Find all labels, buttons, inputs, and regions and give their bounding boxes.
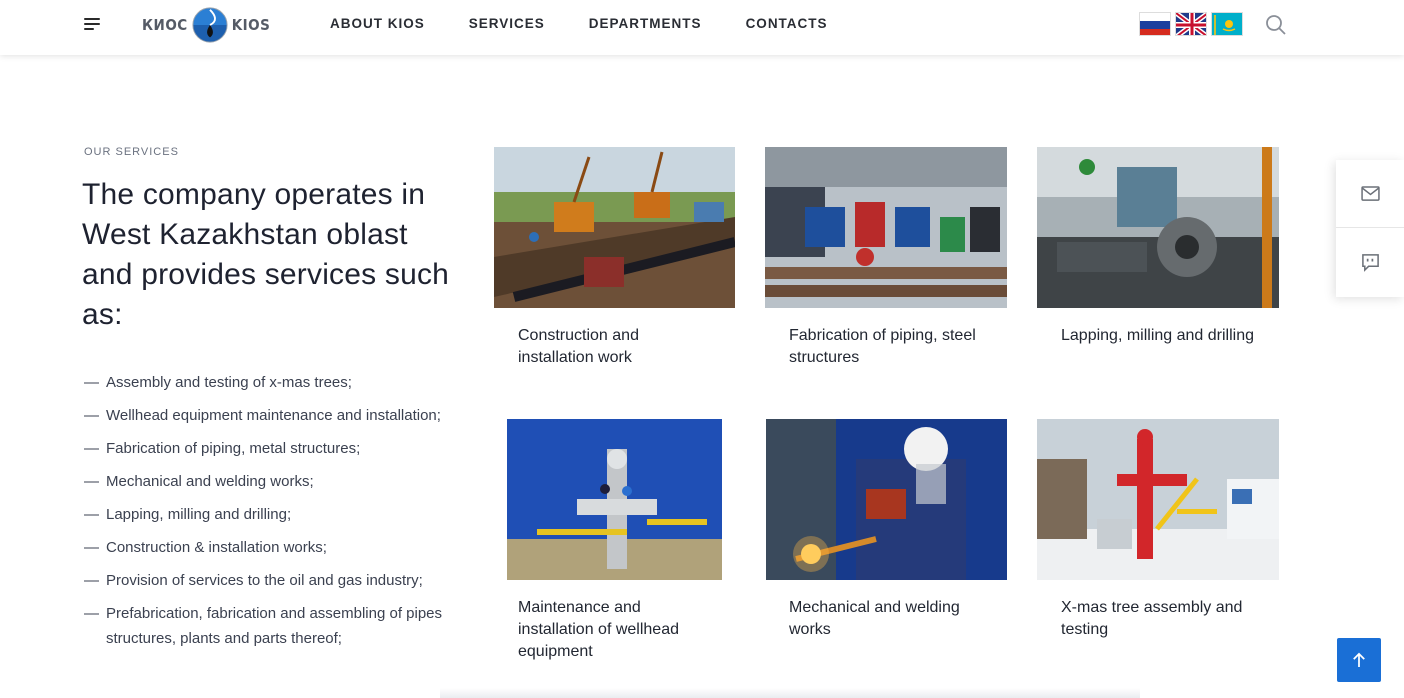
main-nav: ABOUT KIOS SERVICES DEPARTMENTS CONTACTS	[330, 16, 872, 31]
menu-icon[interactable]	[84, 17, 102, 31]
arrow-up-icon	[1353, 652, 1365, 667]
card-title: Mechanical and welding works	[789, 599, 960, 638]
chat-button[interactable]	[1336, 228, 1404, 296]
nav-about[interactable]: ABOUT KIOS	[330, 16, 425, 31]
service-card-welding[interactable]: Mechanical and welding works	[765, 419, 1007, 649]
chat-quote-icon	[1361, 253, 1379, 272]
card-title: X-mas tree assembly and testing	[1061, 599, 1243, 638]
list-item: — Assembly and testing of x-mas trees;	[84, 374, 352, 391]
nav-services[interactable]: SERVICES	[469, 16, 545, 31]
bottom-shadow	[440, 688, 1140, 698]
card-title: Lapping, milling and drilling	[1061, 327, 1255, 344]
uk-flag-icon[interactable]	[1175, 12, 1207, 36]
card-image-piping	[765, 147, 1007, 308]
card-image-xmas-tree	[1037, 419, 1279, 580]
email-button[interactable]	[1336, 160, 1404, 228]
card-image-welding	[766, 419, 1007, 580]
floating-contact-panel	[1336, 160, 1404, 297]
list-item: — Wellhead equipment maintenance and inst…	[84, 407, 441, 424]
list-item: — Lapping, milling and drilling;	[84, 506, 292, 523]
service-card-wellhead[interactable]: Maintenance and installation of wellhead…	[494, 419, 735, 669]
list-item: — Mechanical and welding works;	[84, 473, 314, 490]
scroll-to-top-button[interactable]	[1337, 638, 1381, 682]
list-item: — Prefabrication, fabrication and assembl…	[84, 605, 443, 647]
service-card-milling[interactable]: Lapping, milling and drilling	[1037, 147, 1279, 377]
service-card-construction[interactable]: Construction and installation work	[494, 147, 735, 377]
list-item: — Construction & installation works;	[84, 539, 327, 556]
language-switcher	[1139, 12, 1247, 36]
kz-flag-icon[interactable]	[1211, 12, 1243, 36]
list-item: — Provision of services to the oil and ga…	[84, 572, 423, 589]
logo-text-latin: KIOS	[231, 16, 271, 34]
nav-departments[interactable]: DEPARTMENTS	[589, 16, 702, 31]
search-icon[interactable]	[1265, 14, 1287, 36]
list-item: — Fabrication of piping, metal structures…	[84, 440, 361, 457]
site-header: КИОС KIOS ABOUT KIOS SERVICES DEPARTMENT…	[0, 0, 1404, 55]
mail-icon	[1360, 186, 1380, 201]
service-card-piping[interactable]: Fabrication of piping, steel structures	[765, 147, 1007, 377]
section-headline: The company operates in West Kazakhstan …	[82, 178, 450, 331]
service-card-xmas-tree[interactable]: X-mas tree assembly and testing	[1037, 419, 1279, 649]
logo-text-cyrillic: КИОС	[142, 16, 188, 34]
ru-flag-icon[interactable]	[1139, 12, 1171, 36]
services-list: — Assembly and testing of x-mas trees; — W…	[84, 370, 444, 659]
card-title: Fabrication of piping, steel structures	[789, 327, 976, 366]
nav-contacts[interactable]: CONTACTS	[746, 16, 828, 31]
card-title: Maintenance and installation of wellhead…	[518, 599, 679, 660]
site-logo[interactable]: КИОС KIOS	[142, 5, 288, 45]
logo-globe-icon	[192, 7, 228, 43]
section-eyebrow: OUR SERVICES	[84, 146, 179, 158]
card-image-construction	[494, 147, 735, 308]
card-title: Construction and installation work	[518, 327, 639, 366]
card-image-milling	[1037, 147, 1279, 308]
card-image-wellhead	[507, 419, 722, 580]
